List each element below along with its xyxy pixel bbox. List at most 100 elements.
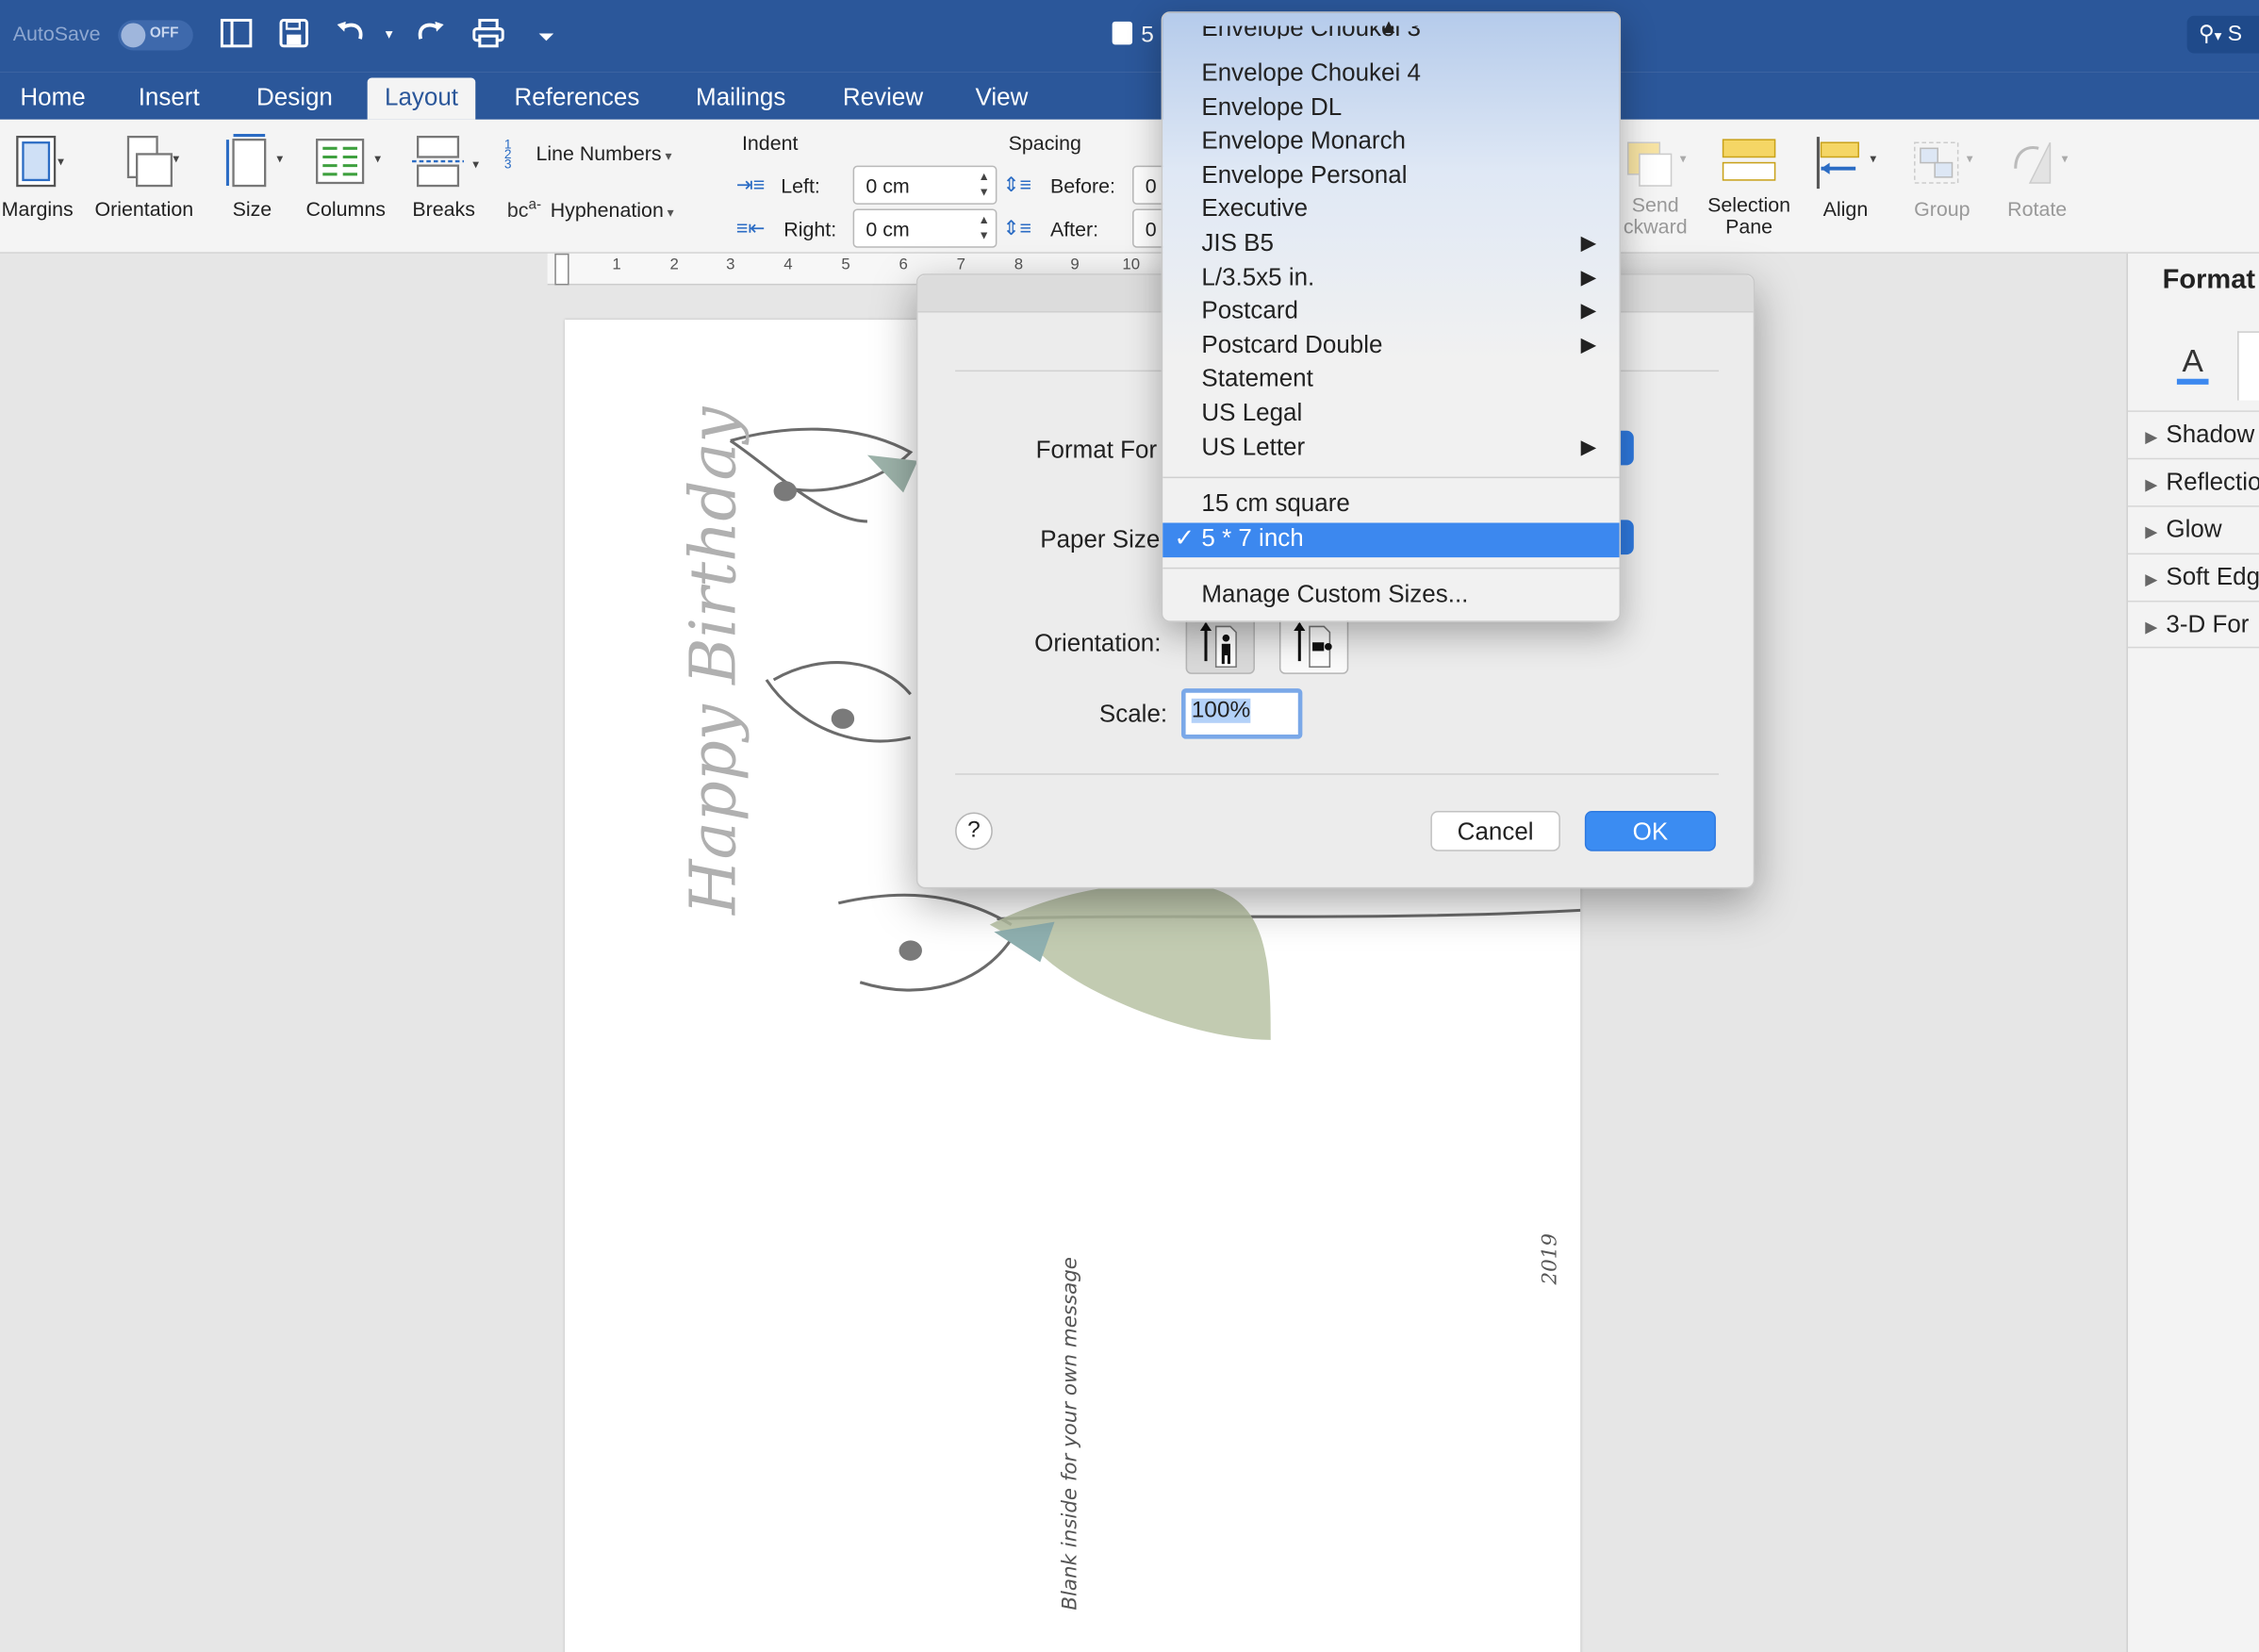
ruler-number: 6 [899,256,908,274]
menu-item[interactable]: Envelope DL [1162,92,1619,126]
selection-pane-button[interactable]: Selection Pane [1703,134,1795,238]
tab-home[interactable]: Home [3,77,103,119]
scale-value: 100% [1191,698,1251,723]
svg-text:▾: ▾ [1870,152,1876,166]
menu-item[interactable]: Executive [1162,193,1619,227]
menu-item-label: US Legal [1201,399,1303,427]
text-effects-tab[interactable]: A [2168,342,2218,392]
menu-item[interactable]: Postcard Double ▶ [1162,330,1619,364]
redo-icon[interactable] [412,19,447,54]
margins-button[interactable]: ▾ Margins [0,134,74,221]
search-box[interactable]: ⚲▾ S [2186,15,2259,54]
sidebar-view-icon[interactable] [219,18,254,54]
manage-custom-sizes-item[interactable]: Manage Custom Sizes... [1162,579,1619,613]
undo-dropdown-icon[interactable]: ▾ [371,19,406,54]
word-doc-icon [1112,21,1133,45]
menu-item[interactable]: 15 cm square [1162,488,1619,522]
svg-text:▾: ▾ [2062,152,2069,166]
undo-icon[interactable] [335,19,370,54]
tab-mailings[interactable]: Mailings [679,77,803,119]
menu-item[interactable]: Envelope Personal [1162,160,1619,194]
portrait-orientation-button[interactable] [1185,616,1255,674]
format-pane-title: Format [2162,265,2256,296]
search-placeholder: S [2227,21,2242,46]
orientation-icon: ▾ [126,135,179,188]
menu-item[interactable]: Envelope Choukei 4 [1162,58,1619,91]
autosave-toggle[interactable]: OFF [118,20,193,51]
line-numbers-button[interactable]: 1 2 3 Line Numbers ▾ [504,138,672,171]
tab-layout[interactable]: Layout [367,77,476,120]
rotate-icon: ▾ [2014,141,2069,184]
ok-button[interactable]: OK [1584,810,1716,851]
hyphenation-button[interactable]: bca- Hyphenation ▾ [507,197,674,221]
menu-item[interactable]: Postcard ▶ [1162,295,1619,329]
portrait-icon [1199,621,1237,668]
menu-item[interactable]: Envelope Monarch [1162,125,1619,159]
group-button[interactable]: ▾ Group [1904,134,1979,221]
tab-references[interactable]: References [497,77,657,119]
ruler-number: 8 [1014,256,1024,274]
save-icon[interactable] [276,18,311,54]
send-backward-label-1: Send [1631,192,1679,217]
rotate-button[interactable]: ▾ Rotate [2000,134,2074,221]
tab-insert[interactable]: Insert [121,77,217,119]
breaks-button[interactable]: ▾ Breaks [406,134,481,221]
cancel-button[interactable]: Cancel [1430,810,1560,851]
inside-note: Blank inside for your own message [1059,1257,1082,1611]
menu-item-label: Envelope Choukei 4 [1201,58,1421,87]
ruler-number: 3 [726,256,735,274]
submenu-arrow-icon: ▶ [1580,332,1597,356]
menu-item-label: Executive [1201,194,1309,223]
customize-toolbar-icon[interactable]: ⏷ [529,19,564,54]
menu-item-cutoff: Envelope Choukei 3 [1201,25,1421,39]
menu-item-label: Envelope Personal [1201,161,1408,190]
size-button[interactable]: ▾ Size [216,134,288,221]
menu-item-label: Envelope Monarch [1201,126,1407,155]
ruler-number: 1 [612,256,621,274]
send-backward-label-2: ckward [1623,214,1688,239]
indent-marker-icon[interactable] [554,253,569,286]
landscape-orientation-button[interactable] [1278,616,1349,674]
section-label: Shadow [2166,421,2255,449]
menu-item[interactable]: JIS B5 ▶ [1162,227,1619,261]
help-button[interactable]: ? [955,812,993,851]
menu-separator [1162,567,1620,570]
format-pane: Format A ▶ Shadow ▶ Reflectio ▶ Glow ▶ Soft … [2126,253,2259,1652]
3d-format-section[interactable]: ▶ 3-D For [2127,600,2259,649]
section-label: Soft Edg [2166,563,2259,591]
group-icon: ▾ [1914,141,1973,184]
menu-item[interactable]: L/3.5x5 in. ▶ [1162,262,1619,296]
indent-left-stepper-icon[interactable]: ▲ ▼ [979,169,990,201]
expand-icon: ▶ [2145,476,2158,494]
expand-icon: ▶ [2145,523,2158,542]
menu-item[interactable]: US Legal [1162,398,1619,432]
orientation-button[interactable]: ▾ Orientation [90,134,199,221]
tab-review[interactable]: Review [826,77,941,119]
reflection-section[interactable]: ▶ Reflectio [2127,457,2259,505]
spacing-before-value: 0 [1145,173,1157,198]
scale-input[interactable]: 100% [1181,688,1303,739]
tab-view[interactable]: View [958,77,1046,119]
line-numbers-label: Line Numbers [536,141,662,165]
menu-item-selected[interactable]: ✓ 5 * 7 inch [1162,522,1620,557]
indent-left-field[interactable]: 0 cm ▲ ▼ [852,165,998,205]
spacing-before-label: Before: [1049,173,1115,198]
indent-right-stepper-icon[interactable]: ▲ ▼ [979,212,990,244]
align-button[interactable]: ▾ Align [1809,134,1881,221]
hyphenation-label: Hyphenation [550,198,664,222]
menu-item[interactable]: US Letter ▶ [1162,432,1619,466]
indent-right-field[interactable]: 0 cm ▲ ▼ [852,208,998,248]
shadow-section[interactable]: ▶ Shadow [2127,410,2259,457]
document-title: 5 [1112,21,1154,49]
glow-section[interactable]: ▶ Glow [2127,505,2259,553]
print-icon[interactable] [471,18,506,54]
menu-item[interactable]: Statement [1162,363,1619,397]
columns-button[interactable]: ▾ Columns [303,134,389,221]
send-backward-button[interactable]: ▾ Send ckward [1610,134,1700,238]
spacing-before-icon: ⇕≡ [1002,173,1031,196]
submenu-arrow-icon: ▶ [1580,230,1597,254]
svg-text:▾: ▾ [374,152,381,166]
soft-edges-section[interactable]: ▶ Soft Edg [2127,553,2259,601]
tab-design[interactable]: Design [239,77,351,119]
text-fill-icon: A [2176,342,2210,385]
